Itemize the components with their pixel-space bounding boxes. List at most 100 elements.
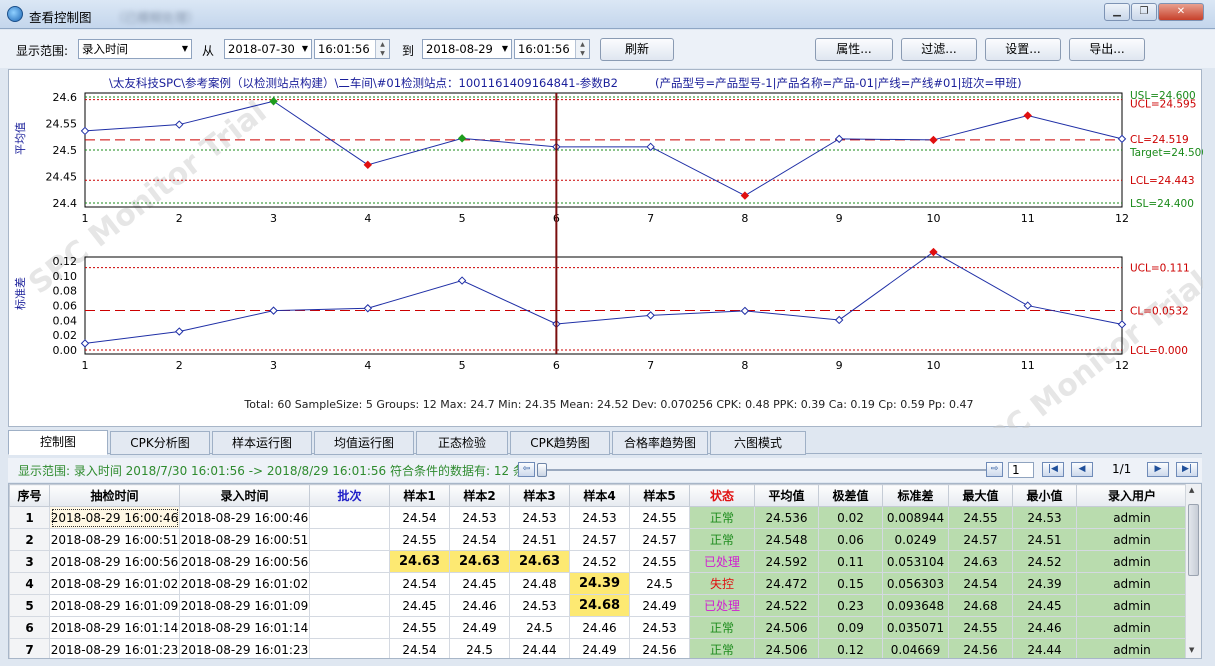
table-cell[interactable] — [309, 550, 390, 573]
table-cell[interactable]: 24.63 — [948, 550, 1013, 573]
scroll-down-icon[interactable]: ▼ — [1189, 646, 1194, 654]
table-cell[interactable]: 24.44 — [509, 638, 570, 658]
column-header[interactable]: 样本4 — [569, 484, 630, 507]
table-cell[interactable]: 24.63 — [389, 550, 450, 573]
column-header[interactable]: 标准差 — [882, 484, 949, 507]
table-cell[interactable]: 24.51 — [1012, 528, 1077, 551]
table-cell[interactable]: 24.54 — [389, 506, 450, 529]
table-cell[interactable]: 24.49 — [569, 638, 630, 658]
table-cell[interactable]: 0.06 — [818, 528, 883, 551]
column-header[interactable]: 录入用户 — [1076, 484, 1188, 507]
column-header[interactable]: 样本1 — [389, 484, 450, 507]
table-cell[interactable]: admin — [1076, 572, 1188, 595]
column-header[interactable]: 序号 — [9, 484, 50, 507]
top-data-point[interactable] — [1023, 111, 1032, 120]
filter-button[interactable]: 过滤... — [901, 38, 977, 61]
table-cell[interactable]: 已处理 — [689, 550, 755, 573]
table-cell[interactable]: 0.008944 — [882, 506, 949, 529]
table-cell[interactable]: 24.472 — [754, 572, 819, 595]
page-slider-track[interactable] — [538, 469, 986, 471]
table-cell[interactable]: 正常 — [689, 506, 755, 529]
table-cell[interactable]: 0.0249 — [882, 528, 949, 551]
table-cell[interactable]: 0.02 — [818, 506, 883, 529]
table-row[interactable]: 5 2018-08-29 16:01:09 2018-08-29 16:01:09 2… — [9, 594, 1188, 617]
tab-control-chart[interactable]: 控制图 — [8, 430, 108, 455]
settings-button[interactable]: 设置... — [985, 38, 1061, 61]
table-cell[interactable]: 24.5 — [629, 572, 690, 595]
page-number-input[interactable]: 1 — [1008, 462, 1034, 478]
table-cell[interactable]: 24.45 — [389, 594, 450, 617]
table-cell[interactable]: 24.55 — [629, 506, 690, 529]
table-cell[interactable] — [309, 572, 390, 595]
column-header[interactable]: 批次 — [309, 484, 390, 507]
table-cell[interactable]: 2018-08-29 16:01:23 — [49, 638, 180, 658]
table-cell[interactable]: admin — [1076, 506, 1188, 529]
table-cell[interactable] — [309, 528, 390, 551]
table-cell[interactable]: 0.053104 — [882, 550, 949, 573]
column-header[interactable]: 样本3 — [509, 484, 570, 507]
table-cell[interactable]: 2018-08-29 16:01:14 — [179, 616, 310, 639]
bottom-data-point[interactable] — [1023, 301, 1032, 310]
properties-button[interactable]: 属性... — [815, 38, 893, 61]
table-cell[interactable] — [309, 594, 390, 617]
top-data-point[interactable] — [929, 135, 938, 145]
table-cell[interactable]: 正常 — [689, 638, 755, 658]
table-row[interactable]: 2 2018-08-29 16:00:51 2018-08-29 16:00:51 2… — [9, 528, 1188, 551]
top-data-point[interactable] — [1117, 134, 1127, 144]
table-cell[interactable]: 2 — [9, 528, 50, 551]
tab-sample-run[interactable]: 样本运行图 — [212, 431, 312, 455]
table-cell[interactable]: admin — [1076, 594, 1188, 617]
table-cell[interactable]: 0.093648 — [882, 594, 949, 617]
table-cell[interactable]: 24.53 — [509, 594, 570, 617]
table-cell[interactable]: 24.52 — [569, 550, 630, 573]
table-cell[interactable]: 24.55 — [948, 506, 1013, 529]
table-cell[interactable]: 24.44 — [1012, 638, 1077, 658]
table-cell[interactable]: 0.04669 — [882, 638, 949, 658]
column-header[interactable]: 样本2 — [449, 484, 510, 507]
table-row[interactable]: 4 2018-08-29 16:01:02 2018-08-29 16:01:02 2… — [9, 572, 1188, 595]
bottom-data-point[interactable] — [929, 247, 938, 257]
table-cell[interactable]: 6 — [9, 616, 50, 639]
table-cell[interactable]: 24.46 — [449, 594, 510, 617]
table-cell[interactable]: 正常 — [689, 616, 755, 639]
next-page-icon[interactable]: ▶ — [1147, 462, 1169, 477]
prev-page-icon[interactable]: ◀ — [1071, 462, 1093, 477]
control-chart[interactable]: \太友科技SPC\参考案例（以检测站点构建）\二车间\#01检测站点：10011… — [9, 70, 1215, 471]
table-cell[interactable]: 24.48 — [509, 572, 570, 595]
column-header[interactable]: 录入时间 — [179, 484, 310, 507]
table-cell[interactable]: 2018-08-29 16:01:14 — [49, 616, 180, 639]
table-cell[interactable]: 0.035071 — [882, 616, 949, 639]
table-cell[interactable]: 0.056303 — [882, 572, 949, 595]
table-cell[interactable]: 24.55 — [948, 616, 1013, 639]
table-cell[interactable]: 24.56 — [629, 638, 690, 658]
range-select[interactable]: 录入时间 ▼ — [78, 39, 192, 59]
table-cell[interactable]: 0.23 — [818, 594, 883, 617]
table-cell[interactable]: 24.45 — [1012, 594, 1077, 617]
table-cell[interactable]: 24.506 — [754, 616, 819, 639]
top-data-point[interactable] — [834, 134, 844, 144]
table-cell[interactable]: 2018-08-29 16:01:09 — [179, 594, 310, 617]
table-cell[interactable]: 24.53 — [509, 506, 570, 529]
bottom-data-point[interactable] — [646, 311, 655, 320]
table-cell[interactable]: 2018-08-29 16:01:09 — [49, 594, 180, 617]
bottom-data-point[interactable] — [834, 315, 844, 325]
scroll-left-icon[interactable]: ⇦ — [518, 462, 535, 477]
table-cell[interactable]: 24.49 — [629, 594, 690, 617]
table-cell[interactable]: 24.55 — [389, 528, 450, 551]
to-date-picker[interactable]: 2018-08-29 ▼ — [422, 39, 512, 59]
table-cell[interactable]: 24.54 — [948, 572, 1013, 595]
table-cell[interactable]: 24.54 — [389, 638, 450, 658]
scrollbar-thumb[interactable] — [1188, 504, 1199, 576]
table-cell[interactable]: 24.63 — [449, 550, 510, 573]
column-header[interactable]: 抽检时间 — [49, 484, 180, 507]
table-cell[interactable]: 24.57 — [948, 528, 1013, 551]
table-cell[interactable]: 24.39 — [1012, 572, 1077, 595]
column-header[interactable]: 最小值 — [1012, 484, 1077, 507]
table-cell[interactable]: 0.11 — [818, 550, 883, 573]
table-cell[interactable]: 0.15 — [818, 572, 883, 595]
table-cell[interactable] — [309, 616, 390, 639]
top-data-point[interactable] — [363, 160, 373, 170]
table-cell[interactable]: 24.5 — [509, 616, 570, 639]
top-data-point[interactable] — [80, 126, 90, 136]
close-button[interactable]: ✕ — [1158, 3, 1204, 21]
